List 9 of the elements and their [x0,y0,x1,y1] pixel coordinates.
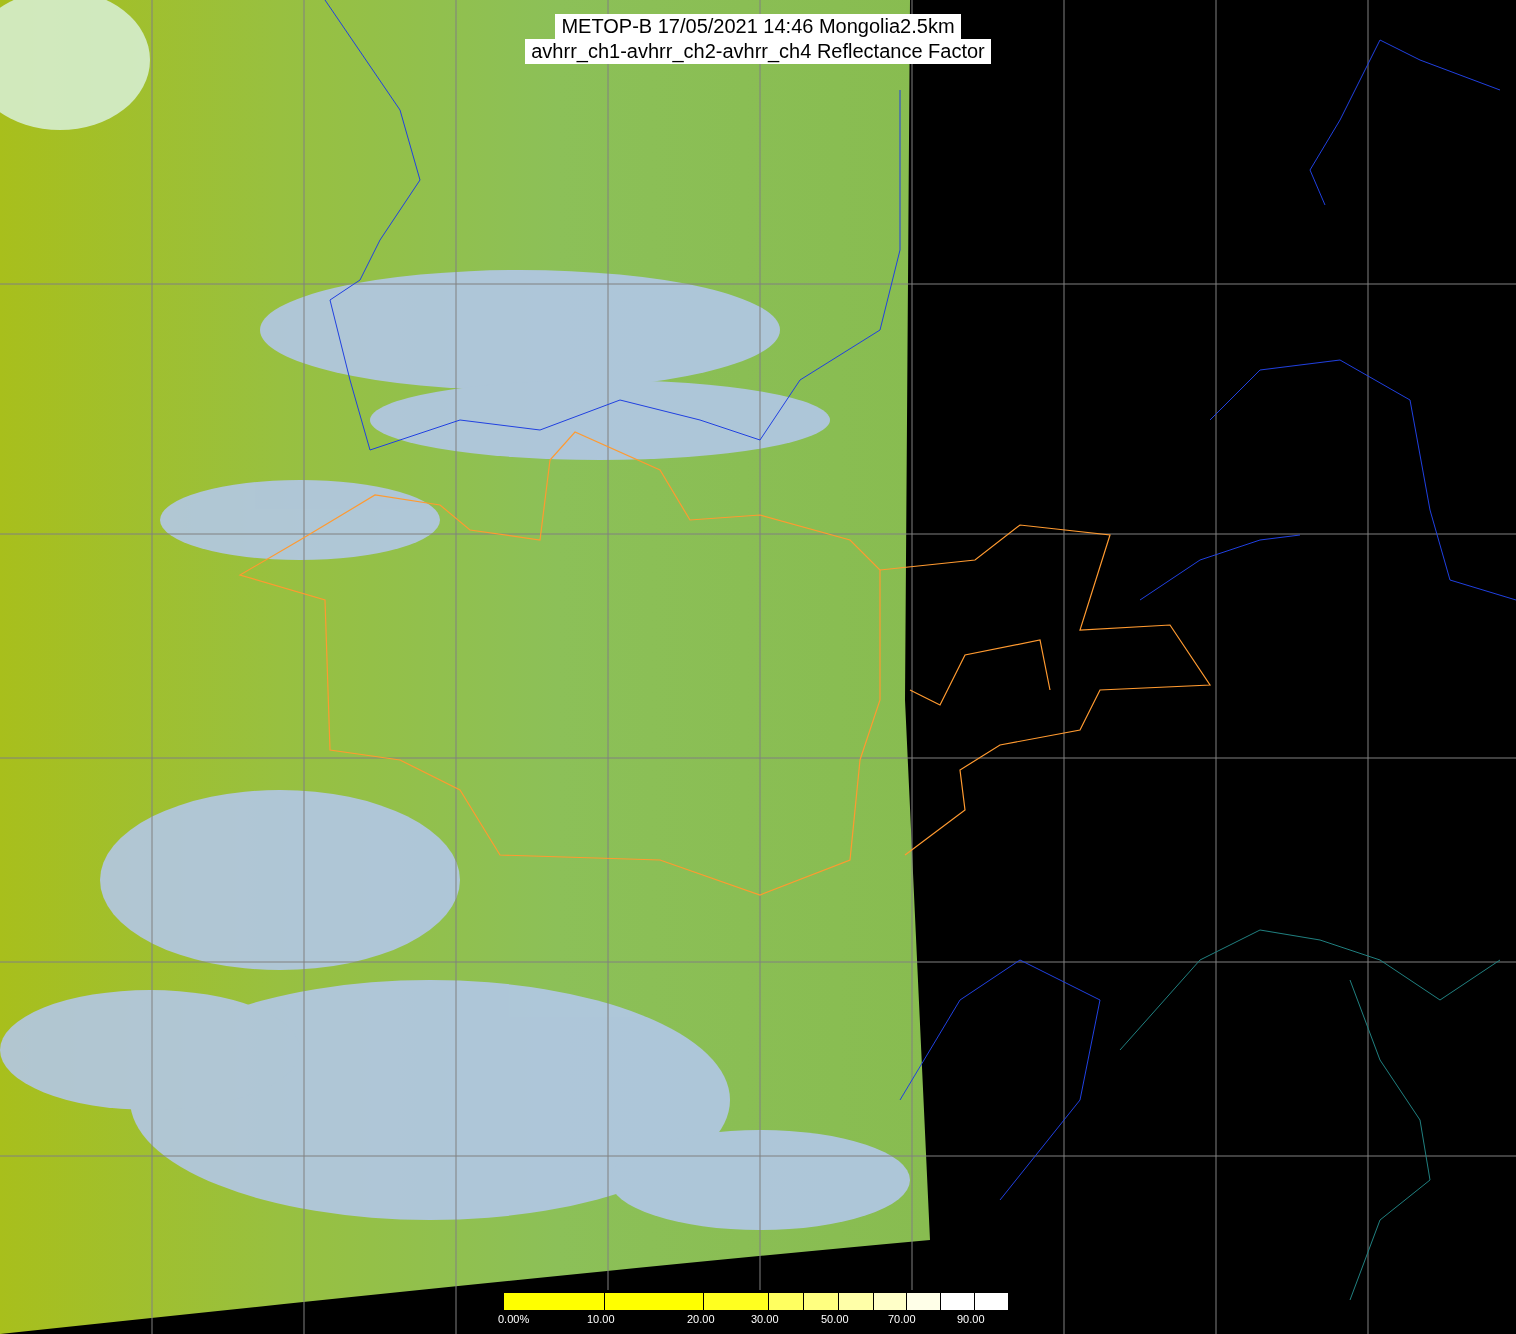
scale-label: 30.00 [751,1312,779,1326]
scale-label: 10.00 [587,1312,615,1326]
scale-label: 0.00% [498,1312,530,1326]
scale-label: 90.00 [957,1312,985,1326]
scale-label: 70.00 [888,1312,916,1326]
map-title: METOP-B 17/05/2021 14:46 Mongolia2.5km [555,14,961,39]
scale-label: 50.00 [821,1312,849,1326]
map-title: avhrr_ch1-avhrr_ch2-avhrr_ch4 Reflectance Factor [525,39,991,64]
scale-label: 20.00 [687,1312,715,1326]
